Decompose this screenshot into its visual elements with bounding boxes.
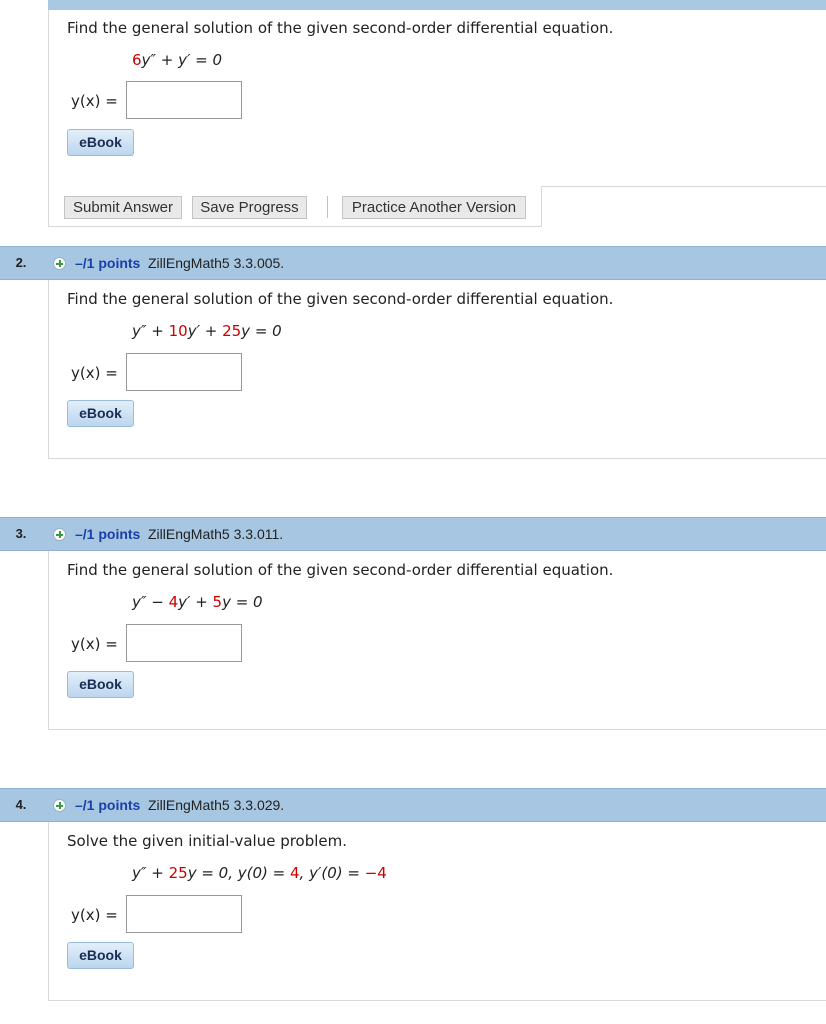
question-3-ebook-button[interactable]: eBook <box>67 671 134 698</box>
equation-term: y″ − <box>132 593 169 611</box>
equation-term: y′ + <box>178 593 213 611</box>
question-4-answer-label: y(x) = <box>71 906 118 924</box>
initial-value: −4 <box>364 864 387 882</box>
question-2-header: 2. –/1 points ZillEngMath5 3.3.005. <box>0 246 826 280</box>
question-4-card-border <box>48 1000 826 1001</box>
equation-term: y = 0, y(0) = <box>187 864 290 882</box>
question-2-equation: y″ + 10y′ + 25y = 0 <box>132 322 282 340</box>
save-progress-button[interactable]: Save Progress <box>192 196 307 219</box>
points-link[interactable]: –/1 points <box>75 518 140 550</box>
plus-circle-icon[interactable] <box>53 528 66 541</box>
equation-term: y = 0 <box>222 593 263 611</box>
question-4-ebook-button[interactable]: eBook <box>67 942 134 969</box>
question-3-answer-label: y(x) = <box>71 635 118 653</box>
equation-term: y′ + <box>187 322 223 340</box>
question-4-card-border <box>48 822 49 1000</box>
question-4-answer-input[interactable] <box>126 895 242 933</box>
question-2-prompt: Find the general solution of the given s… <box>67 290 614 308</box>
question-3-header: 3. –/1 points ZillEngMath5 3.3.011. <box>0 517 826 551</box>
initial-value: 4 <box>289 864 300 882</box>
coefficient: 25 <box>222 322 242 340</box>
question-number: 2. <box>15 255 27 270</box>
question-4-equation: y″ + 25y = 0, y(0) = 4, y′(0) = −4 <box>132 864 387 882</box>
question-3-card-border <box>48 729 826 730</box>
previous-question-header <box>0 0 826 10</box>
question-source: ZillEngMath5 3.3.005. <box>148 255 285 271</box>
question-4-header: 4. –/1 points ZillEngMath5 3.3.029. <box>0 788 826 822</box>
coefficient: 25 <box>168 864 188 882</box>
question-1-ebook-button[interactable]: eBook <box>67 129 134 156</box>
question-2-ebook-button[interactable]: eBook <box>67 400 134 427</box>
equation-term: y″ + y′ = 0 <box>141 51 223 69</box>
coefficient: 10 <box>168 322 188 340</box>
button-divider <box>327 196 328 218</box>
question-1-answer-input[interactable] <box>126 81 242 119</box>
question-number: 3. <box>15 526 27 541</box>
action-area-border <box>541 186 542 227</box>
question-source: ZillEngMath5 3.3.011. <box>148 526 284 542</box>
question-1-answer-label: y(x) = <box>71 92 118 110</box>
coefficient: 6 <box>132 51 142 69</box>
question-1-equation: 6y″ + y′ = 0 <box>132 51 222 69</box>
question-2-answer-input[interactable] <box>126 353 242 391</box>
question-number: 4. <box>15 797 27 812</box>
question-3-card-border <box>48 551 49 729</box>
equation-term: y = 0 <box>241 322 282 340</box>
coefficient: 5 <box>212 593 223 611</box>
plus-circle-icon[interactable] <box>53 799 66 812</box>
question-1-card-border <box>48 10 49 227</box>
equation-term: y″ + <box>132 864 169 882</box>
points-link[interactable]: –/1 points <box>75 247 140 279</box>
plus-circle-icon[interactable] <box>53 257 66 270</box>
practice-another-version-button[interactable]: Practice Another Version <box>342 196 526 219</box>
question-3-equation: y″ − 4y′ + 5y = 0 <box>132 593 263 611</box>
equation-term: y″ + <box>132 322 169 340</box>
question-2-answer-label: y(x) = <box>71 364 118 382</box>
question-source: ZillEngMath5 3.3.029. <box>148 797 285 813</box>
action-area-border <box>541 186 826 187</box>
question-4-prompt: Solve the given initial-value problem. <box>67 832 348 850</box>
coefficient: 4 <box>168 593 179 611</box>
question-3-answer-input[interactable] <box>126 624 242 662</box>
points-link[interactable]: –/1 points <box>75 789 140 821</box>
submit-answer-button[interactable]: Submit Answer <box>64 196 182 219</box>
action-area-border <box>48 226 542 227</box>
question-2-card-border <box>48 280 49 458</box>
question-1-prompt: Find the general solution of the given s… <box>67 19 614 37</box>
question-2-card-border <box>48 458 826 459</box>
equation-term: , y′(0) = <box>299 864 365 882</box>
question-3-prompt: Find the general solution of the given s… <box>67 561 614 579</box>
